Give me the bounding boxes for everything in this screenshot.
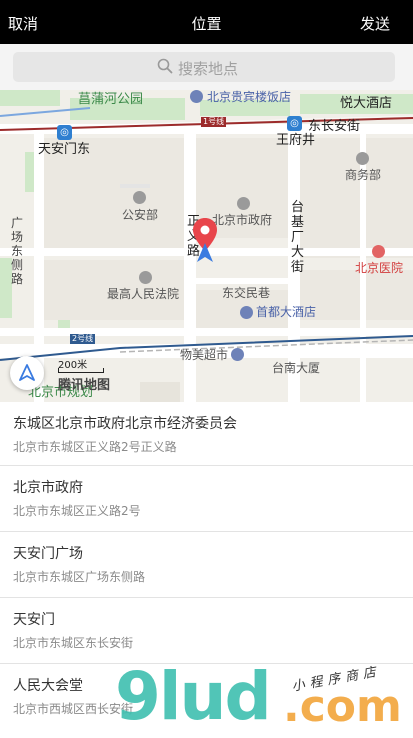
map-label-station: 天安门东 [38,142,91,157]
map-provider-logo: 腾讯地图 [58,378,111,393]
map-label-hotel: 首都大酒店 [256,305,317,319]
shop-poi-icon [231,348,244,361]
search-input[interactable]: 搜索地点 [13,52,395,82]
list-item[interactable]: 人民大会堂 北京市西城区西长安街 [0,664,413,730]
building-poi-icon [139,271,152,284]
building-poi-icon [356,152,369,165]
place-address: 北京市东城区正义路2号 [13,504,141,518]
location-pin-icon [193,218,217,262]
building-poi-icon [237,197,250,210]
map-label-building: 台南大厦 [272,361,321,375]
place-name: 东城区北京市政府北京市经济委员会 [13,416,237,432]
hospital-poi-icon [372,245,385,258]
list-item[interactable]: 天安门广场 北京市东城区广场东侧路 [0,532,413,598]
place-name: 人民大会堂 [13,678,83,694]
map-label-court: 最高人民法院 [107,287,180,301]
map-scale-bar [58,368,104,373]
map-label-road: 广场东侧路 [11,216,24,286]
metro-station-icon: ◎ [57,125,72,140]
map-label-hotel-2: 悦大酒店 [340,96,393,111]
place-address: 北京市东城区广场东侧路 [13,570,146,584]
list-item[interactable]: 北京市政府 北京市东城区正义路2号 [0,466,413,532]
map-label-supermarket: 物美超市 [180,348,229,362]
place-name: 天安门广场 [13,546,83,562]
location-results-list: 东城区北京市政府北京市经济委员会 北京市东城区正义路2号正义路 北京市政府 北京… [0,402,413,730]
map-label-station: 王府井 [276,133,316,148]
locate-me-button[interactable] [10,356,44,390]
map-label-road: 台基厂大街 [291,200,305,275]
search-bar-container: 搜索地点 [0,44,413,90]
place-address: 北京市东城区东长安街 [13,636,134,650]
place-address: 北京市西城区西长安街 [13,702,134,716]
map-label-ministry: 商务部 [345,168,382,182]
metro-station-icon: ◎ [287,116,302,131]
top-nav-bar: 取消 位置 发送 [0,0,413,44]
search-icon [157,58,173,74]
place-address: 北京市东城区正义路2号正义路 [13,440,177,454]
search-placeholder: 搜索地点 [178,60,239,78]
map-label-hospital: 北京医院 [355,261,404,275]
place-name: 北京市政府 [13,480,83,496]
map-label-ministry: 公安部 [122,208,159,222]
navigation-arrow-icon [19,364,35,381]
place-name: 天安门 [13,612,55,628]
list-item[interactable]: 天安门 北京市东城区东长安街 [0,598,413,664]
list-item[interactable]: 东城区北京市政府北京市经济委员会 北京市东城区正义路2号正义路 [0,402,413,466]
hotel-poi-icon [240,306,253,319]
map-label-park: 菖蒲河公园 [78,92,144,107]
metro-line-1-badge: 1号线 [201,117,227,127]
map-view[interactable]: ◎ ◎ 菖蒲河公园 北京贵宾楼饭店 悦大酒店 1号线 东长安街 王府井 天安门东… [0,90,413,402]
send-button[interactable]: 发送 [360,13,390,34]
cancel-button[interactable]: 取消 [8,13,38,34]
page-title: 位置 [191,15,222,33]
map-label-hotel: 北京贵宾楼饭店 [207,90,292,104]
map-label-government: 北京市政府 [212,213,273,227]
hotel-poi-icon [190,90,203,103]
map-label-lane: 东交民巷 [222,286,271,300]
building-poi-icon [133,191,146,204]
metro-line-2-badge: 2号线 [70,334,96,344]
map-label-street: 东长安街 [308,119,361,134]
